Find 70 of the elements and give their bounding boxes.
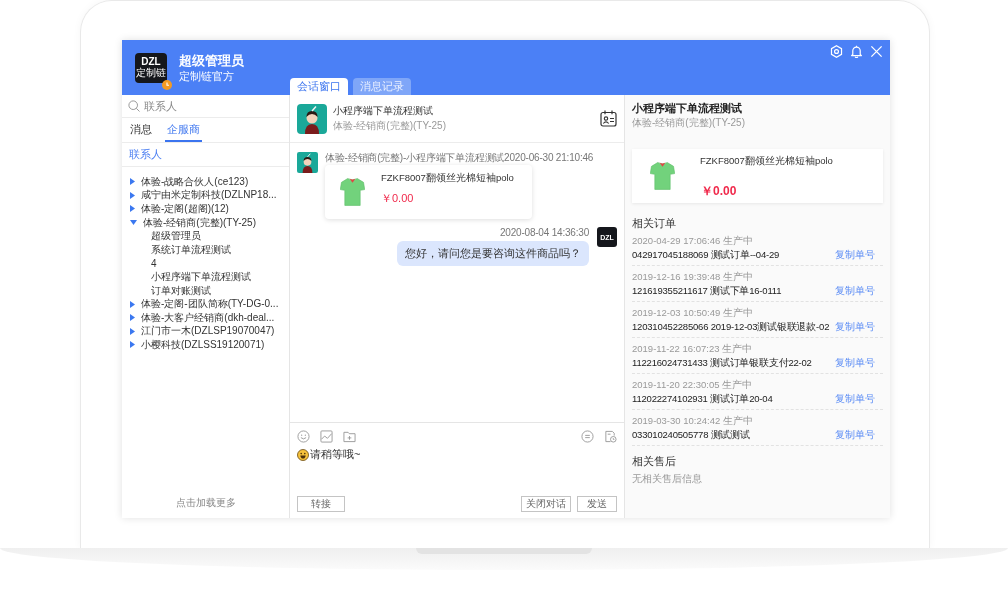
- order-title: 120310452285066 2019-12-03测试银联退款-02: [632, 320, 830, 334]
- contact-group[interactable]: 小樱科技(DZLSS19120071): [122, 338, 289, 352]
- lines-circle-icon[interactable]: [581, 430, 594, 443]
- search-icon: [128, 100, 140, 112]
- contact-group[interactable]: 体验-战略合伙人(ce123): [122, 175, 289, 189]
- product-price: ￥0.00: [381, 191, 415, 206]
- message-input[interactable]: 请稍等哦~: [297, 448, 617, 488]
- contact-group[interactable]: 咸宁由米定制科技(DZLNP18...: [122, 188, 289, 203]
- conversation-tab[interactable]: 会话窗口: [290, 78, 348, 95]
- logo-title: DZL: [141, 55, 161, 67]
- bell-icon[interactable]: [850, 45, 863, 58]
- load-more-link[interactable]: 点击加载更多: [175, 497, 236, 510]
- image-icon[interactable]: [320, 430, 333, 443]
- order-meta: 2019-12-03 10:50:49 生产中: [632, 306, 754, 319]
- transfer-button[interactable]: 转接: [297, 496, 345, 512]
- product-price: ￥0.00: [701, 183, 738, 200]
- empty-message: 无相关售后信息: [632, 472, 703, 485]
- message-bubble: 您好，请问您是要咨询这件商品吗？: [397, 241, 589, 266]
- order-title: 112022274102931 测试订单20-04: [632, 392, 773, 406]
- customer-subtitle: 体验-经销商(完整)(TY-25): [632, 116, 746, 129]
- order-title: 121619355211617 测试下单16-0111: [632, 284, 782, 298]
- cartoon-avatar-icon: [297, 152, 318, 173]
- contact-item[interactable]: 订单对账测试: [122, 283, 289, 298]
- customer-title: 小程序端下单流程测试: [632, 101, 743, 115]
- document-clock-icon[interactable]: [604, 430, 617, 443]
- order-meta: 2019-11-22 16:07:23 生产中: [632, 342, 754, 355]
- folder-plus-icon[interactable]: [343, 430, 356, 443]
- order-meta: 2019-11-20 22:30:05 生产中: [632, 378, 754, 391]
- order-title: 042917045188069 测试订单--04-29: [632, 248, 780, 262]
- contact-group[interactable]: 体验-定阁(超阁)(12): [122, 202, 289, 216]
- order-meta: 2019-03-30 10:24:42 生产中: [632, 414, 754, 427]
- order-title: 033010240505778 测试测试: [632, 428, 750, 442]
- user-name: 超级管理员: [179, 52, 244, 68]
- cartoon-avatar-icon: [297, 103, 327, 134]
- product-card[interactable]: FZKF8007翻领丝光棉短袖polo ￥0.00: [325, 165, 532, 219]
- search-field[interactable]: 联系人: [144, 97, 284, 115]
- settings-icon[interactable]: [830, 45, 843, 58]
- message-meta: 体验-经销商(完整)-小程序端下单流程测试2020-06-30 21:10:46: [325, 152, 594, 164]
- sidebar-tab[interactable]: 企服商: [165, 118, 202, 142]
- contact-group[interactable]: 体验-经销商(完整)(TY-25): [122, 215, 289, 230]
- chat-subtitle: 体验-经销商(完整)(TY-25): [333, 120, 446, 132]
- organization-name: 定制链官方: [179, 69, 235, 83]
- sidebar-tab[interactable]: 消息: [128, 118, 154, 142]
- contact-group[interactable]: 体验-大客户经销商(dkh-deal...: [122, 310, 289, 325]
- section-heading: 相关订单: [632, 216, 677, 230]
- product-name: FZKF8007翻领丝光棉短袖polo: [700, 155, 833, 168]
- section-title: 联系人: [129, 147, 162, 162]
- contact-item[interactable]: 小程序端下单流程测试: [122, 270, 289, 284]
- contact-item[interactable]: 4: [122, 256, 289, 271]
- contact-item[interactable]: 超级管理员: [122, 229, 289, 243]
- contact-group[interactable]: 江门市一木(DZLSP19070047): [122, 324, 289, 339]
- clock-badge-icon: [162, 79, 172, 90]
- calendar-person-icon[interactable]: [600, 110, 617, 127]
- section-heading: 相关售后: [632, 454, 677, 468]
- send-button[interactable]: 发送: [577, 496, 617, 512]
- contact-group[interactable]: 体验-定阁-团队简称(TY-DG-0...: [122, 297, 289, 311]
- chat-title: 小程序端下单流程测试: [333, 105, 434, 117]
- message-meta: 2020-08-04 14:36:30: [499, 227, 589, 239]
- order-meta: 2020-04-29 17:06:46 生产中: [632, 234, 754, 247]
- close-chat-button[interactable]: 关闭对话: [521, 496, 571, 512]
- smiley-icon[interactable]: [297, 430, 310, 443]
- shirt-icon: [340, 177, 365, 206]
- contact-item[interactable]: 系统订单流程测试: [122, 242, 289, 257]
- product-name: FZKF8007翻领丝光棉短袖polo: [381, 172, 514, 185]
- logo-subtitle: 定制链: [136, 66, 166, 78]
- grinning-emoji-icon: [297, 448, 309, 461]
- close-icon[interactable]: [870, 45, 883, 58]
- order-title: 112216024731433 测试订单银联支付22-02: [632, 356, 812, 370]
- order-meta: 2019-12-16 19:39:48 生产中: [632, 270, 754, 283]
- shirt-icon: [650, 161, 675, 190]
